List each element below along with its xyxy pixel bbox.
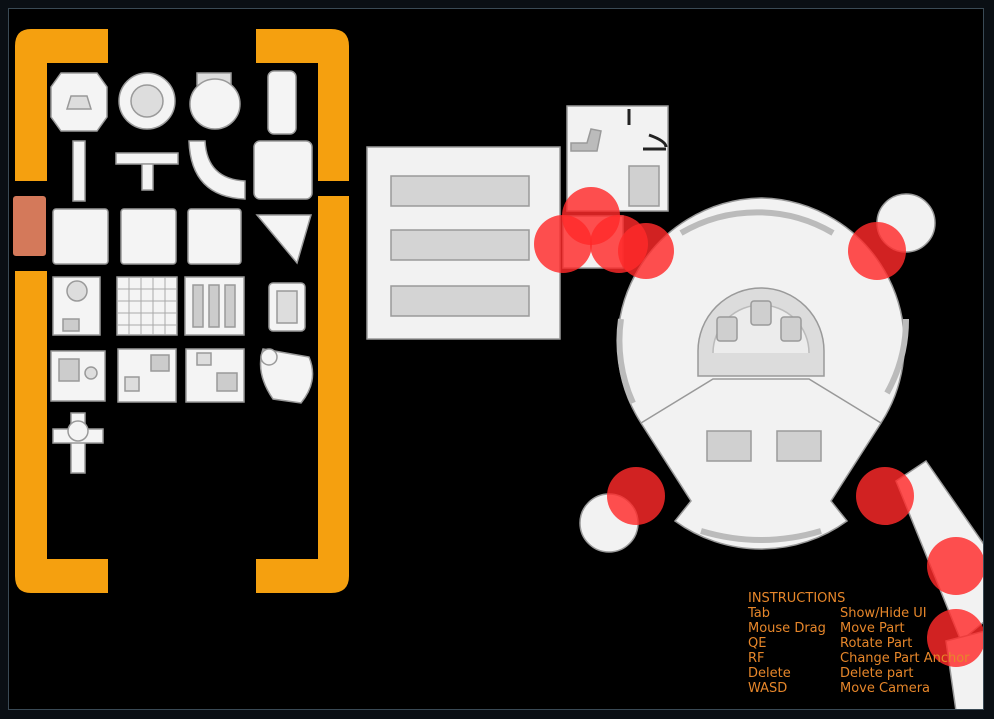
instruction-action: Move Part: [840, 621, 905, 636]
square-module-icon[interactable]: [187, 208, 242, 265]
anchor-point[interactable]: [856, 467, 914, 525]
selected-category-tab[interactable]: [13, 196, 46, 256]
anchor-point[interactable]: [618, 223, 674, 279]
instruction-action: Move Camera: [840, 681, 931, 696]
round-room-icon[interactable]: [118, 72, 176, 130]
square-module-icon[interactable]: [120, 208, 177, 265]
instruction-action: Delete part: [840, 666, 914, 681]
instruction-key: WASD: [748, 681, 788, 696]
triangle-module-icon[interactable]: [255, 214, 312, 265]
anchor-point[interactable]: [848, 222, 906, 280]
seating-room-icon[interactable]: [268, 282, 306, 332]
anchor-point[interactable]: [534, 215, 592, 273]
square-module-icon[interactable]: [52, 208, 109, 265]
circle-room-icon[interactable]: [189, 72, 241, 130]
cross-junction-icon[interactable]: [52, 412, 104, 474]
instructions-panel: INSTRUCTIONS Tab Show/Hide UI Mouse Drag…: [748, 591, 970, 696]
anchor-point[interactable]: [607, 467, 665, 525]
instruction-row: RF Change Part Anchor: [748, 651, 970, 666]
instructions-title: INSTRUCTIONS: [748, 591, 846, 606]
instruction-row: Mouse Drag Move Part: [748, 621, 970, 636]
instruction-row: Tab Show/Hide UI: [748, 606, 970, 621]
instruction-row: Delete Delete part: [748, 666, 970, 681]
anchor-point[interactable]: [927, 537, 984, 595]
instruction-action: Rotate Part: [840, 636, 913, 651]
office-room-icon[interactable]: [185, 348, 245, 403]
octagon-module-icon[interactable]: [253, 140, 313, 200]
bedroom-icon[interactable]: [50, 350, 106, 402]
instruction-key: QE: [748, 636, 767, 651]
octagon-room-icon[interactable]: [50, 72, 108, 132]
instruction-key: Tab: [748, 606, 771, 621]
storage-room-icon[interactable]: [52, 276, 101, 336]
storage-bay-part[interactable]: [366, 146, 561, 340]
t-junction-icon[interactable]: [115, 152, 179, 191]
instruction-key: Delete: [748, 666, 791, 681]
instruction-action: Show/Hide UI: [840, 606, 927, 621]
instruction-row: QE Rotate Part: [748, 636, 970, 651]
crescent-room-icon[interactable]: [259, 348, 314, 404]
grid-floor-icon[interactable]: [116, 276, 178, 336]
instruction-key: Mouse Drag: [748, 621, 826, 636]
instruction-action: Change Part Anchor: [840, 651, 970, 666]
office-room-icon[interactable]: [117, 348, 177, 403]
curved-corridor-icon[interactable]: [188, 140, 246, 200]
vertical-corridor-icon[interactable]: [72, 140, 86, 202]
game-viewport[interactable]: INSTRUCTIONS Tab Show/Hide UI Mouse Drag…: [8, 8, 984, 710]
instruction-key: RF: [748, 651, 765, 666]
shelves-room-icon[interactable]: [184, 276, 245, 336]
capsule-room-icon[interactable]: [267, 70, 297, 135]
instruction-row: WASD Move Camera: [748, 681, 970, 696]
